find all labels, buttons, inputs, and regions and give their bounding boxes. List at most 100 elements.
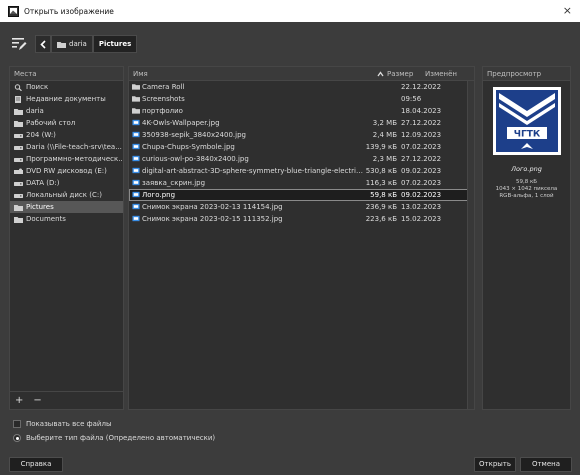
file-name: digital-art-abstract-3D-sphere-symmetry-… <box>142 167 364 175</box>
file-row[interactable]: портфолио 18.04.2023 <box>129 105 474 117</box>
add-bookmark-button[interactable]: + <box>15 395 23 406</box>
search-icon <box>14 83 22 91</box>
file-name: Screenshots <box>142 95 185 103</box>
close-icon[interactable]: × <box>563 4 572 17</box>
sidebar-item-label: Локальный диск (C:) <box>26 191 102 199</box>
column-size[interactable]: Размер <box>387 67 413 81</box>
file-modified: 27.12.2022 <box>401 155 442 163</box>
folder-icon <box>57 41 66 48</box>
breadcrumb-item-pictures[interactable]: Pictures <box>92 35 138 53</box>
title-bar: Открыть изображение × <box>0 0 580 22</box>
file-row[interactable]: Camera Roll 22.12.2022 <box>129 81 474 93</box>
sidebar-item-label: Daria (\\File-teach-srv\tea... <box>26 143 122 151</box>
file-row[interactable]: Снимок экрана 2023-02-13 114154.jpg 236,9… <box>129 201 474 213</box>
file-row[interactable]: Chupa-Chups-Symbole.jpg 139,9 кБ 07.02.202… <box>129 141 474 153</box>
folder-icon <box>14 204 23 211</box>
file-list: Имя Размер Изменён Camera Roll 22.12.2022… <box>128 66 475 410</box>
file-name: curious-owl-po-3840x2400.jpg <box>142 155 249 163</box>
help-button[interactable]: Справка <box>9 457 63 472</box>
sidebar-item[interactable]: Программно-методическ... <box>10 153 123 165</box>
file-name: заявка_скрин.jpg <box>142 179 206 187</box>
file-modified: 27.12.2022 <box>401 119 442 127</box>
sidebar-item[interactable]: 204 (W:) <box>10 129 123 141</box>
breadcrumb-item-daria[interactable]: daria <box>51 35 93 53</box>
file-modified: 09.02.2023 <box>401 167 442 175</box>
file-row[interactable]: Снимок экрана 2023-02-15 111352.jpg 223,6… <box>129 213 474 225</box>
cancel-button[interactable]: Отмена <box>520 457 572 472</box>
sidebar-item-label: 204 (W:) <box>26 131 56 139</box>
file-size: 223,6 кБ <box>365 215 397 223</box>
folder-icon <box>14 108 23 115</box>
file-size: 139,9 кБ <box>365 143 397 151</box>
sidebar-item[interactable]: Documents <box>10 213 123 225</box>
back-button[interactable] <box>35 35 51 53</box>
window-title: Открыть изображение <box>24 6 114 16</box>
image-icon <box>132 203 140 210</box>
sidebar-item[interactable]: Daria (\\File-teach-srv\tea... <box>10 141 123 153</box>
file-name: портфолио <box>142 107 183 115</box>
breadcrumb-label: daria <box>69 40 87 48</box>
file-name: Лого.png <box>142 191 176 199</box>
sidebar-item-label: Pictures <box>26 203 54 211</box>
folder-icon <box>132 108 140 114</box>
sidebar-item-label: Рабочий стол <box>26 119 76 127</box>
expander-icon[interactable] <box>13 434 21 442</box>
places-header: Места <box>10 67 123 81</box>
file-type-label: Выберите тип файла (Определено автоматич… <box>26 434 216 442</box>
file-row[interactable]: заявка_скрин.jpg 116,3 кБ 07.02.2023 <box>129 177 474 189</box>
drive-icon <box>14 181 23 186</box>
file-row[interactable]: digital-art-abstract-3D-sphere-symmetry-… <box>129 165 474 177</box>
breadcrumb: daria Pictures <box>35 35 138 53</box>
file-rows: Camera Roll 22.12.2022 Screenshots 09:56 пор… <box>129 81 474 225</box>
sidebar-item[interactable]: Pictures <box>10 201 123 213</box>
column-modified[interactable]: Изменён <box>425 67 457 81</box>
sidebar-item-label: Программно-методическ... <box>26 155 123 163</box>
sidebar-item-label: daria <box>26 107 44 115</box>
type-location-icon[interactable] <box>11 36 27 52</box>
places-toolbar: + − <box>10 391 123 409</box>
file-row[interactable]: Screenshots 09:56 <box>129 93 474 105</box>
sidebar-item[interactable]: DVD RW дисковод (E:) <box>10 165 123 177</box>
file-size: 116,3 кБ <box>365 179 397 187</box>
sidebar-item[interactable]: Недавние документы <box>10 93 123 105</box>
sidebar-item[interactable]: Локальный диск (C:) <box>10 189 123 201</box>
column-name[interactable]: Имя <box>133 67 148 81</box>
sidebar-item[interactable]: daria <box>10 105 123 117</box>
image-icon <box>132 143 140 150</box>
file-list-header: Имя Размер Изменён <box>129 67 474 81</box>
places-list: Поиск Недавние документы daria Рабочий стол… <box>10 81 123 225</box>
image-icon <box>132 191 140 198</box>
file-row[interactable]: Лого.png 59,8 кБ 09.02.2023 <box>129 189 474 201</box>
file-size: 530,8 кБ <box>365 167 397 175</box>
file-row[interactable]: curious-owl-po-3840x2400.jpg 2,3 МБ 27.12.… <box>129 153 474 165</box>
sidebar-item-label: DATA (D:) <box>26 179 60 187</box>
folder-icon <box>132 84 140 90</box>
file-name: 350938-sepik_3840x2400.jpg <box>142 131 246 139</box>
sort-up-icon[interactable] <box>377 71 384 77</box>
drive-icon <box>14 145 23 150</box>
breadcrumb-label: Pictures <box>98 40 132 48</box>
file-modified: 09:56 <box>401 95 422 103</box>
sidebar-item-label: Недавние документы <box>26 95 106 103</box>
show-all-files-checkbox[interactable]: Показывать все файлы <box>13 420 112 428</box>
sidebar-item[interactable]: Рабочий стол <box>10 117 123 129</box>
remove-bookmark-button[interactable]: − <box>33 395 41 406</box>
preview-dimensions: 1043 × 1042 пиксела <box>495 186 558 192</box>
preview-size: 59,8 кБ <box>515 179 538 185</box>
file-row[interactable]: 4K-Owls-Wallpaper.jpg 3,2 МБ 27.12.2022 <box>129 117 474 129</box>
file-type-expander[interactable]: Выберите тип файла (Определено автоматич… <box>13 434 215 442</box>
file-row[interactable]: 350938-sepik_3840x2400.jpg 2,4 МБ 12.09.20… <box>129 129 474 141</box>
sidebar-item[interactable]: DATA (D:) <box>10 177 123 189</box>
file-modified: 22.12.2022 <box>401 83 442 91</box>
preview-filename: Лого.png <box>511 165 542 173</box>
file-size: 236,9 кБ <box>365 203 397 211</box>
file-modified: 12.09.2023 <box>401 131 442 139</box>
file-name: Chupa-Chups-Symbole.jpg <box>142 143 235 151</box>
scrollbar[interactable] <box>467 81 474 409</box>
checkbox-box[interactable] <box>13 420 21 428</box>
app-icon <box>8 5 19 17</box>
file-modified: 09.02.2023 <box>401 191 442 199</box>
preview-type: RGB-альфа, 1 слой <box>499 193 554 199</box>
open-button[interactable]: Открыть <box>474 457 516 472</box>
sidebar-item[interactable]: Поиск <box>10 81 123 93</box>
